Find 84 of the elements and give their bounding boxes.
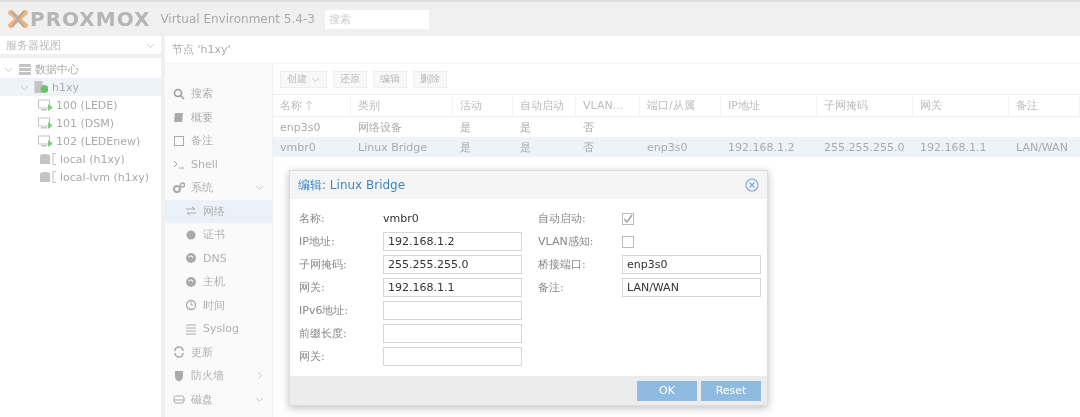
monitor-play-icon — [36, 135, 52, 147]
tree-item[interactable]: 101 (DSM) — [0, 114, 161, 132]
nav-menu-item[interactable]: 防火墙 — [165, 364, 272, 388]
certificate-icon — [185, 228, 197, 241]
list-icon — [185, 322, 197, 335]
tree-item[interactable]: h1xy — [0, 78, 161, 96]
tree-item[interactable]: 数据中心 — [0, 60, 161, 78]
x-logo-icon — [8, 10, 28, 28]
table-cell: enp3s0 — [640, 137, 721, 157]
field-label: IPv6地址: — [299, 303, 350, 318]
table-cell: LAN/WAN — [1009, 137, 1080, 157]
input-field[interactable]: enp3s0 — [622, 255, 761, 274]
dialog-title: 编辑: Linux Bridge — [298, 176, 406, 194]
nav-menu-item[interactable]: 网络 — [165, 199, 272, 223]
field-value: vmbr0 — [383, 212, 419, 225]
nav-menu-item[interactable]: DNS — [165, 246, 272, 270]
close-icon[interactable] — [745, 178, 759, 192]
exchange-icon — [185, 205, 197, 218]
table-cell: Linux Bridge — [351, 137, 453, 157]
field-label: 前缀长度: — [299, 326, 348, 341]
shield-icon — [173, 369, 185, 382]
table-cell: 192.168.1.1 — [913, 137, 1009, 157]
table-cell: 255.255.255.0 — [817, 137, 913, 157]
nav-menu-item[interactable]: 概要 — [165, 105, 272, 129]
gears-icon — [173, 181, 185, 194]
field-label: 名称: — [299, 211, 326, 226]
table-cell: vmbr0 — [273, 137, 351, 157]
proxmox-logo: PROXMOX — [8, 7, 151, 31]
field-label: 网关: — [299, 280, 326, 295]
input-field[interactable]: LAN/WAN — [622, 278, 761, 297]
field-label: 桥接端口: — [538, 257, 587, 272]
nav-menu-item[interactable]: Syslog — [165, 317, 272, 341]
input-field[interactable]: 255.255.255.0 — [383, 255, 522, 274]
nav-menu-item[interactable]: 更新 — [165, 340, 272, 364]
column-header[interactable]: 类别 — [351, 94, 453, 117]
nav-menu-item[interactable]: 时间 — [165, 293, 272, 317]
table-cell: 否 — [576, 137, 640, 157]
globe-icon — [185, 275, 197, 288]
nav-menu-item[interactable]: 备注 — [165, 129, 272, 153]
chevron-down-icon[interactable] — [255, 183, 264, 193]
nav-menu-item[interactable]: 主机 — [165, 270, 272, 294]
field-label: 自动启动: — [538, 211, 587, 226]
table-cell: 是 — [453, 137, 513, 157]
tree-item[interactable]: local-lvm (h1xy) — [0, 168, 161, 186]
tree-item[interactable]: 100 (LEDE) — [0, 96, 161, 114]
dialog-button[interactable]: Reset — [701, 380, 761, 401]
hard-drive-icon — [173, 393, 185, 406]
nav-menu-item[interactable]: Shell — [165, 152, 272, 176]
tree-item[interactable]: local (h1xy) — [0, 150, 161, 168]
server-ok-icon — [33, 81, 48, 93]
terminal-icon — [173, 158, 185, 171]
input-field[interactable] — [383, 347, 522, 366]
field-label: 备注: — [538, 280, 565, 295]
field-label: 子网掩码: — [299, 257, 348, 272]
nav-menu-item[interactable]: 磁盘 — [165, 387, 272, 411]
tree-item[interactable]: 102 (LEDEnew) — [0, 132, 161, 150]
clock-icon — [185, 299, 197, 312]
refresh-icon — [173, 346, 185, 359]
field-label: 网关: — [299, 349, 326, 364]
table-cell: 是 — [513, 137, 576, 157]
check-icon — [623, 213, 633, 224]
input-field[interactable]: 192.168.1.1 — [383, 278, 522, 297]
note-icon — [173, 134, 185, 147]
input-field[interactable] — [383, 301, 522, 320]
input-field[interactable]: 192.168.1.2 — [383, 232, 522, 251]
checkbox[interactable] — [622, 212, 634, 225]
nav-menu-item[interactable]: 系统 — [165, 176, 272, 200]
dialog-button[interactable]: OK — [637, 380, 697, 401]
server-rack-icon — [17, 63, 31, 75]
monitor-play-icon — [36, 117, 52, 129]
checkbox[interactable] — [622, 235, 634, 248]
field-label: IP地址: — [299, 234, 336, 249]
globe-icon — [185, 252, 197, 265]
version-label: Virtual Environment 5.4-3 — [160, 12, 315, 26]
table-cell: 192.168.1.2 — [721, 137, 817, 157]
search-icon — [173, 87, 185, 100]
input-field[interactable] — [383, 324, 522, 343]
field-label: VLAN感知: — [538, 234, 595, 249]
book-icon — [173, 111, 185, 124]
nav-menu-item[interactable]: 证书 — [165, 223, 272, 247]
monitor-play-icon — [36, 99, 52, 111]
nav-menu-item[interactable]: 搜索 — [165, 82, 272, 106]
view-selector[interactable]: 服务器视图 — [0, 36, 161, 54]
chevron-right-icon[interactable] — [255, 371, 264, 381]
